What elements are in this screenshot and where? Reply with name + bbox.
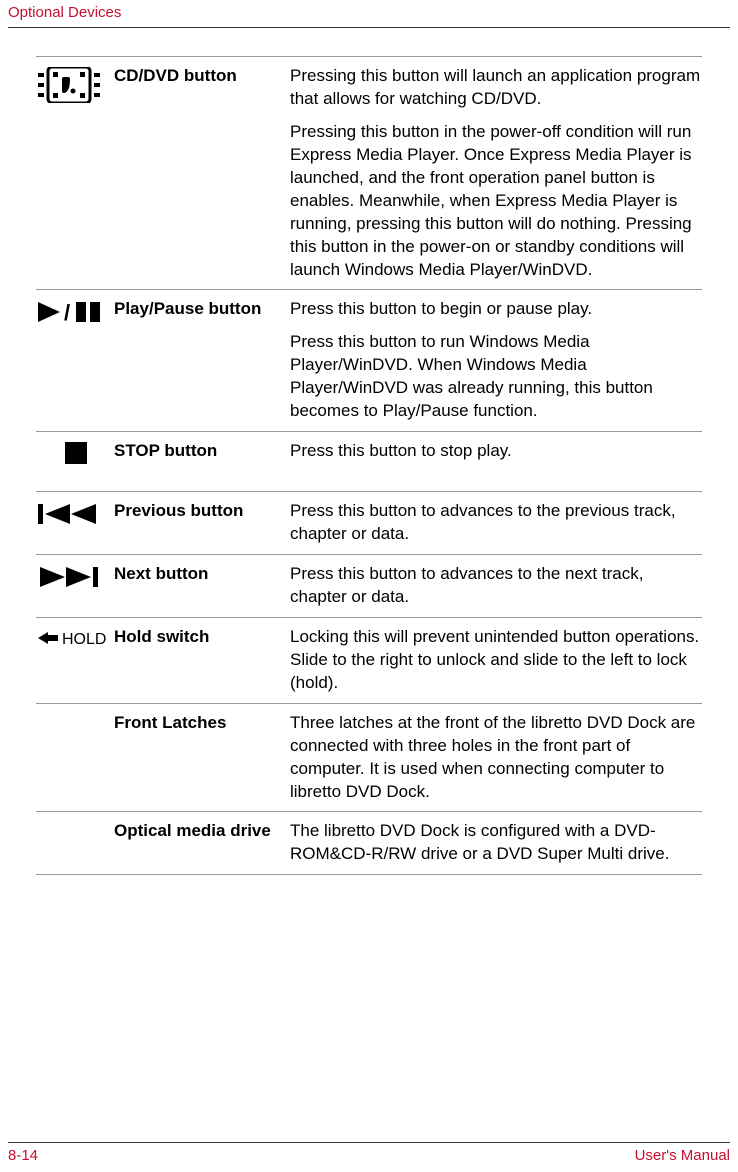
play-pause-icon: / [38, 300, 102, 324]
table-row: Next button Press this button to advance… [36, 554, 702, 617]
desc-text: Pressing this button in the power-off co… [290, 121, 702, 282]
icon-cell: / [36, 298, 114, 423]
page-number: 8-14 [8, 1147, 38, 1164]
icon-cell [36, 820, 114, 866]
table-row: / Play/Pause button Press this button to… [36, 289, 702, 431]
cd-dvd-icon [38, 67, 100, 103]
row-label: Previous button [114, 500, 290, 546]
table-row: STOP button Press this button to stop pl… [36, 431, 702, 491]
row-label: Next button [114, 563, 290, 609]
row-label: Play/Pause button [114, 298, 290, 423]
page-footer: 8-14 User's Manual [0, 1142, 738, 1164]
stop-icon [65, 442, 87, 464]
row-label: STOP button [114, 440, 290, 483]
table-row: CD/DVD button Pressing this button will … [36, 56, 702, 289]
content-area: CD/DVD button Pressing this button will … [0, 28, 738, 875]
row-description: Press this button to advances to the nex… [290, 563, 702, 609]
desc-text: Three latches at the front of the libret… [290, 712, 702, 804]
icon-cell [36, 563, 114, 609]
row-label: Optical media drive [114, 820, 290, 866]
icon-cell [36, 440, 114, 483]
desc-text: Locking this will prevent unintended but… [290, 626, 702, 695]
desc-text: Press this button to run Windows Media P… [290, 331, 702, 423]
footer-note: User's Manual [635, 1147, 730, 1164]
row-label: Hold switch [114, 626, 290, 695]
row-label: CD/DVD button [114, 65, 290, 281]
desc-text: Press this button to advances to the nex… [290, 563, 702, 609]
icon-cell: HOLD [36, 626, 114, 695]
row-description: Three latches at the front of the libret… [290, 712, 702, 804]
desc-text: Press this button to begin or pause play… [290, 298, 702, 321]
table-row: Front Latches Three latches at the front… [36, 703, 702, 812]
row-description: Locking this will prevent unintended but… [290, 626, 702, 695]
desc-text: The libretto DVD Dock is configured with… [290, 820, 702, 866]
row-description: Press this button to advances to the pre… [290, 500, 702, 546]
icon-cell [36, 65, 114, 281]
row-label: Front Latches [114, 712, 290, 804]
desc-text: Pressing this button will launch an appl… [290, 65, 702, 111]
svg-text:/: / [64, 300, 70, 324]
previous-icon [38, 502, 98, 526]
hold-icon: HOLD [38, 628, 108, 648]
desc-text: Press this button to stop play. [290, 440, 702, 463]
svg-text:HOLD: HOLD [62, 631, 106, 648]
header-title: Optional Devices [8, 4, 730, 21]
page-header: Optional Devices [0, 0, 738, 21]
icon-cell [36, 500, 114, 546]
next-icon [38, 565, 98, 589]
table-row: Previous button Press this button to adv… [36, 491, 702, 554]
table-row: HOLD Hold switch Locking this will preve… [36, 617, 702, 703]
row-description: Press this button to stop play. [290, 440, 702, 483]
row-description: Pressing this button will launch an appl… [290, 65, 702, 281]
row-description: The libretto DVD Dock is configured with… [290, 820, 702, 866]
icon-cell [36, 712, 114, 804]
desc-text: Press this button to advances to the pre… [290, 500, 702, 546]
row-description: Press this button to begin or pause play… [290, 298, 702, 423]
table-row: Optical media drive The libretto DVD Doc… [36, 811, 702, 875]
